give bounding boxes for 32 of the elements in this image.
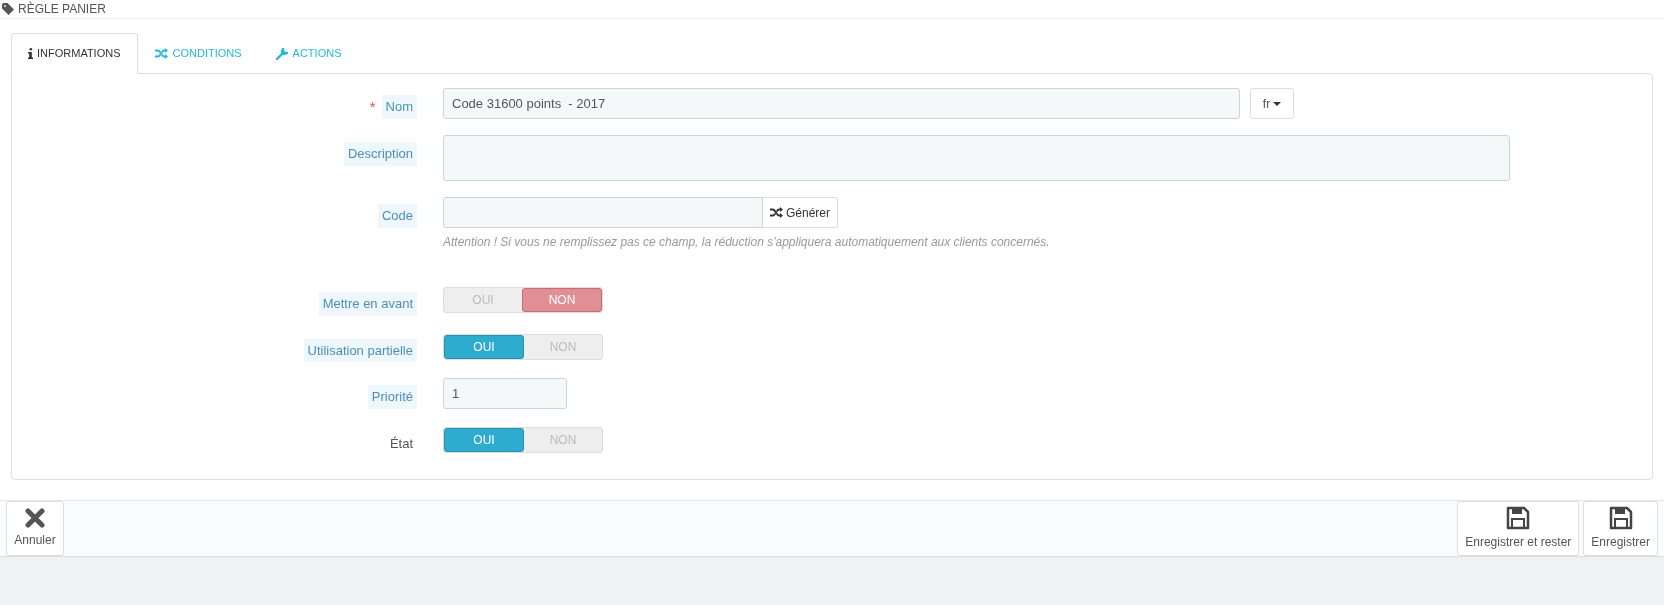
- page-title: RÈGLE PANIER: [18, 0, 106, 18]
- switch-option[interactable]: NON: [522, 288, 602, 312]
- save-button[interactable]: Enregistrer: [1583, 501, 1658, 556]
- save-button[interactable]: Enregistrer et rester: [1457, 501, 1580, 556]
- code-field[interactable]: [443, 197, 763, 228]
- tag-icon: [2, 3, 14, 15]
- priority-field[interactable]: 1: [443, 378, 567, 409]
- wrench-icon: [275, 47, 288, 60]
- tab[interactable]: CONDITIONS: [137, 33, 259, 74]
- text-field[interactable]: Code 31600 points - 2017: [443, 88, 1240, 119]
- field-label: Priorité: [367, 385, 417, 409]
- close-icon: [25, 508, 45, 528]
- generate-button[interactable]: Générer: [763, 197, 839, 228]
- help-text: Attention ! Si vous ne remplissez pas ce champ, la réduction s'appliquera automatiquement aux clients concernés.: [443, 234, 1050, 251]
- caret-icon: [1273, 101, 1282, 106]
- field-label: Nom: [381, 95, 417, 119]
- switch-option[interactable]: OUI: [444, 428, 524, 452]
- language-dropdown[interactable]: fr: [1250, 88, 1294, 119]
- field-label: État: [388, 435, 414, 453]
- tab[interactable]: INFORMATIONS: [11, 33, 138, 74]
- field-label: Code: [377, 204, 417, 228]
- shuffle-icon: [770, 207, 783, 218]
- field-label: Description: [343, 142, 417, 166]
- field-label: Mettre en avant: [318, 292, 417, 316]
- cancel-button[interactable]: Annuler: [6, 501, 64, 556]
- shuffle-icon: [154, 48, 168, 59]
- required-asterisk: *: [369, 99, 376, 115]
- description-field[interactable]: [443, 135, 1510, 181]
- switch-option[interactable]: OUI: [444, 334, 524, 359]
- field-label: Utilisation partielle: [303, 338, 417, 362]
- tab[interactable]: ACTIONS: [258, 33, 359, 74]
- info-icon: [28, 48, 33, 59]
